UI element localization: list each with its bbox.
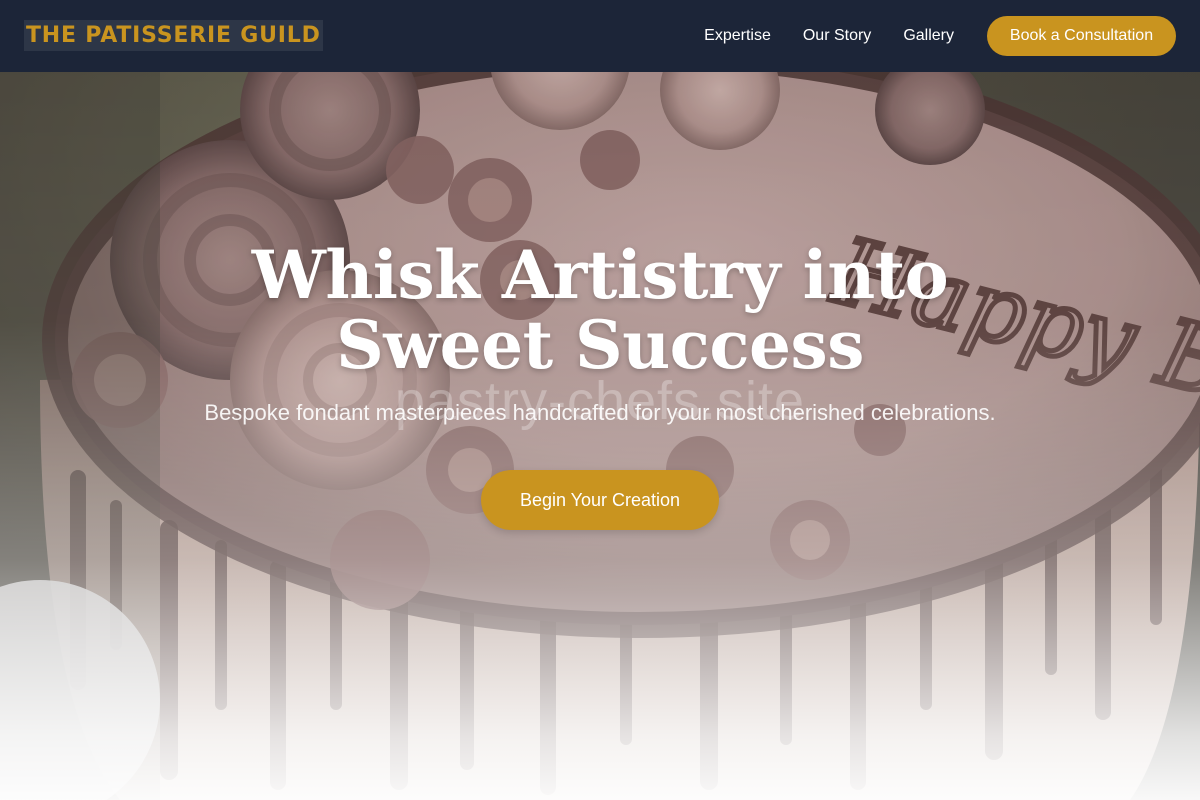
begin-creation-button[interactable]: Begin Your Creation: [481, 470, 719, 530]
nav-link-expertise[interactable]: Expertise: [704, 27, 771, 45]
hero-title: Whisk Artistry into Sweet Success: [251, 236, 949, 384]
landing-page: Happy Birthday pastry-chefs.site THE PAT…: [0, 0, 1200, 800]
nav-link-gallery[interactable]: Gallery: [903, 27, 954, 45]
hero-section: Whisk Artistry into Sweet Success Bespok…: [0, 240, 1200, 530]
nav-links: Expertise Our Story Gallery: [704, 0, 954, 72]
brand-logo[interactable]: THE PATISSERIE GUILD: [24, 20, 323, 51]
hero-subtitle: Bespoke fondant masterpieces handcrafted…: [204, 400, 996, 425]
book-consultation-button[interactable]: Book a Consultation: [987, 16, 1176, 56]
nav-link-our-story[interactable]: Our Story: [803, 27, 871, 45]
top-navbar: THE PATISSERIE GUILD Expertise Our Story…: [0, 0, 1200, 72]
